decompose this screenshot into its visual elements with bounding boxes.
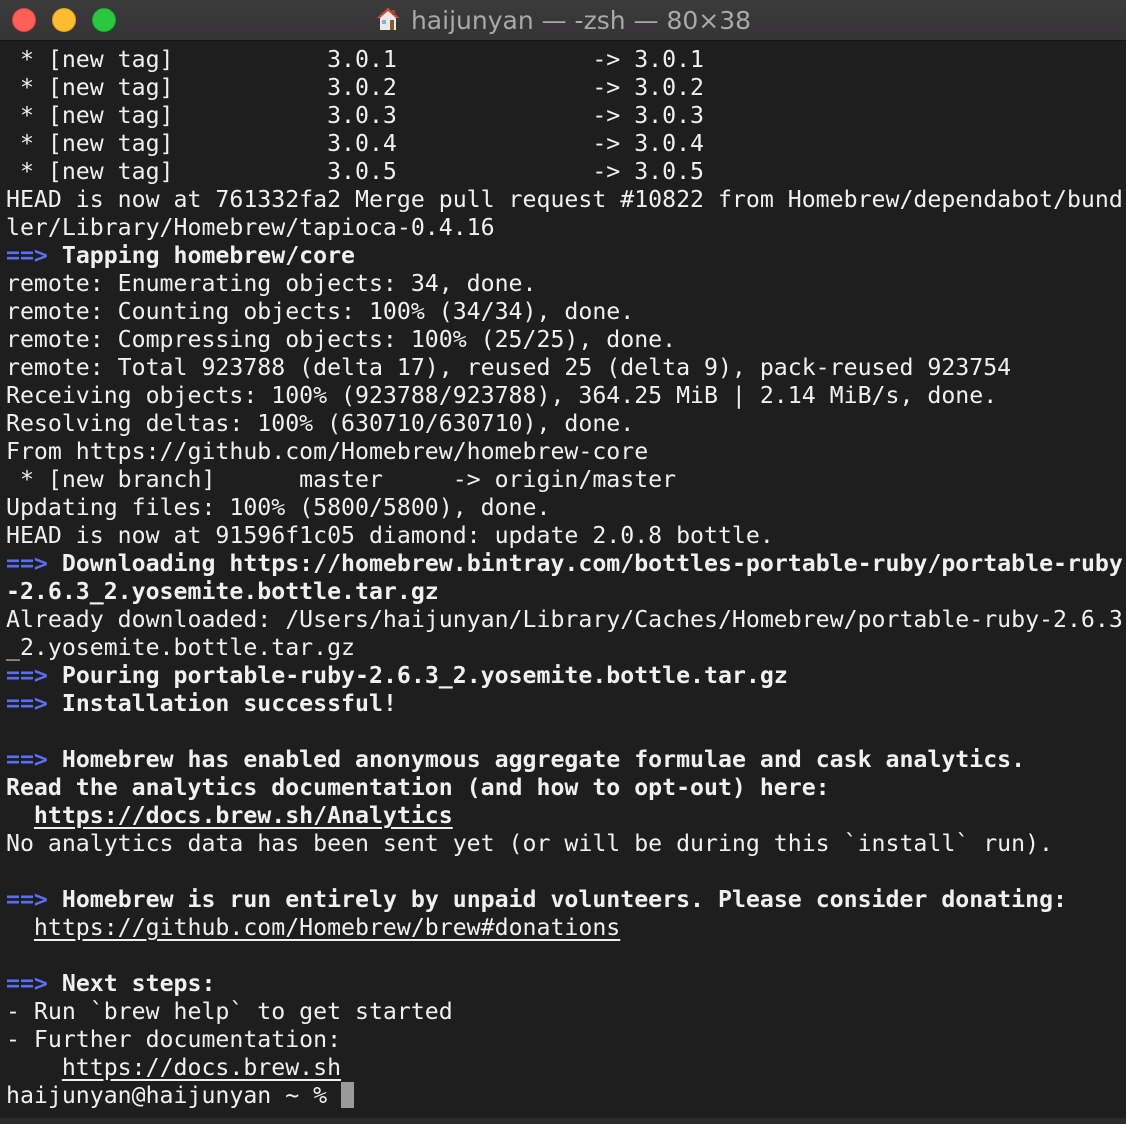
output-line: -2.6.3_2.yosemite.bottle.tar.gz <box>6 578 439 605</box>
output-line: ler/Library/Homebrew/tapioca-0.4.16 <box>6 214 495 241</box>
terminal-output[interactable]: * [new tag] 3.0.1 -> 3.0.1 * [new tag] 3… <box>6 46 1126 1116</box>
output-line: https://docs.brew.sh/Analytics <box>6 802 1126 830</box>
output-line: * [new tag] 3.0.5 -> 3.0.5 <box>6 158 705 185</box>
title-bar[interactable]: haijunyan — -zsh — 80×38 <box>0 0 1126 41</box>
heading-text: Homebrew is run entirely by unpaid volun… <box>61 886 1067 913</box>
output-line: Already downloaded: /Users/haijunyan/Lib… <box>6 606 1123 633</box>
heading-text: Installation successful! <box>61 690 397 717</box>
output-line: https://github.com/Homebrew/brew#donatio… <box>6 914 1126 942</box>
heading-text: Tapping homebrew/core <box>61 242 356 269</box>
output-line: _2.yosemite.bottle.tar.gz <box>6 634 356 661</box>
shell-prompt: haijunyan@haijunyan ~ % <box>6 1082 342 1109</box>
home-folder-icon <box>376 8 399 30</box>
output-line: HEAD is now at 91596f1c05 diamond: updat… <box>6 522 774 549</box>
output-line: https://docs.brew.sh <box>6 1054 1126 1082</box>
text-cursor <box>341 1082 355 1108</box>
prompt-line[interactable]: haijunyan@haijunyan ~ % <box>6 1082 1126 1110</box>
output-line: * [new branch] master -> origin/master <box>6 466 677 493</box>
output-line: * [new tag] 3.0.4 -> 3.0.4 <box>6 130 705 157</box>
output-line: From https://github.com/Homebrew/homebre… <box>6 438 649 465</box>
output-line: remote: Enumerating objects: 34, done. <box>6 270 537 297</box>
arrow-marker: ==> <box>6 886 48 913</box>
window-bottom-edge <box>0 1118 1126 1124</box>
output-line: ==> Tapping homebrew/core <box>6 242 1126 270</box>
window-title-text: haijunyan — -zsh — 80×38 <box>410 6 752 35</box>
arrow-marker: ==> <box>6 550 48 577</box>
output-line: ==> Homebrew has enabled anonymous aggre… <box>6 746 1126 774</box>
heading-text: Next steps: <box>61 970 216 997</box>
window-title: haijunyan — -zsh — 80×38 <box>0 0 1126 41</box>
output-line: No analytics data has been sent yet (or … <box>6 830 1054 857</box>
docs-link[interactable]: https://docs.brew.sh <box>62 1054 341 1081</box>
arrow-marker: ==> <box>6 242 48 269</box>
output-line: Resolving deltas: 100% (630710/630710), … <box>6 410 635 437</box>
output-line: * [new tag] 3.0.1 -> 3.0.1 <box>6 46 705 73</box>
arrow-marker: ==> <box>6 746 48 773</box>
output-line: HEAD is now at 761332fa2 Merge pull requ… <box>6 186 1123 213</box>
output-line: ==> Pouring portable-ruby-2.6.3_2.yosemi… <box>6 662 1126 690</box>
heading-text: Homebrew has enabled anonymous aggregate… <box>61 746 1026 773</box>
analytics-link[interactable]: https://docs.brew.sh/Analytics <box>34 802 453 829</box>
output-line: ==> Installation successful! <box>6 690 1126 718</box>
output-line: remote: Counting objects: 100% (34/34), … <box>6 298 635 325</box>
terminal-window: haijunyan — -zsh — 80×38 * [new tag] 3.0… <box>0 0 1126 1124</box>
output-line: Updating files: 100% (5800/5800), done. <box>6 494 551 521</box>
output-line: - Run `brew help` to get started <box>6 998 453 1025</box>
output-line: Receiving objects: 100% (923788/923788),… <box>6 382 998 409</box>
output-line: - Further documentation: <box>6 1026 342 1053</box>
output-line: ==> Next steps: <box>6 970 1126 998</box>
output-line: ==> Downloading https://homebrew.bintray… <box>6 550 1126 578</box>
heading-text: Downloading https://homebrew.bintray.com… <box>61 550 1123 577</box>
output-line: remote: Compressing objects: 100% (25/25… <box>6 326 677 353</box>
output-line: remote: Total 923788 (delta 17), reused … <box>6 354 1012 381</box>
output-line: Read the analytics documentation (and ho… <box>6 774 830 801</box>
output-line: * [new tag] 3.0.3 -> 3.0.3 <box>6 102 705 129</box>
output-line: ==> Homebrew is run entirely by unpaid v… <box>6 886 1126 914</box>
arrow-marker: ==> <box>6 970 48 997</box>
output-line: * [new tag] 3.0.2 -> 3.0.2 <box>6 74 705 101</box>
donations-link[interactable]: https://github.com/Homebrew/brew#donatio… <box>34 914 620 941</box>
arrow-marker: ==> <box>6 662 48 689</box>
arrow-marker: ==> <box>6 690 48 717</box>
heading-text: Pouring portable-ruby-2.6.3_2.yosemite.b… <box>61 662 788 689</box>
